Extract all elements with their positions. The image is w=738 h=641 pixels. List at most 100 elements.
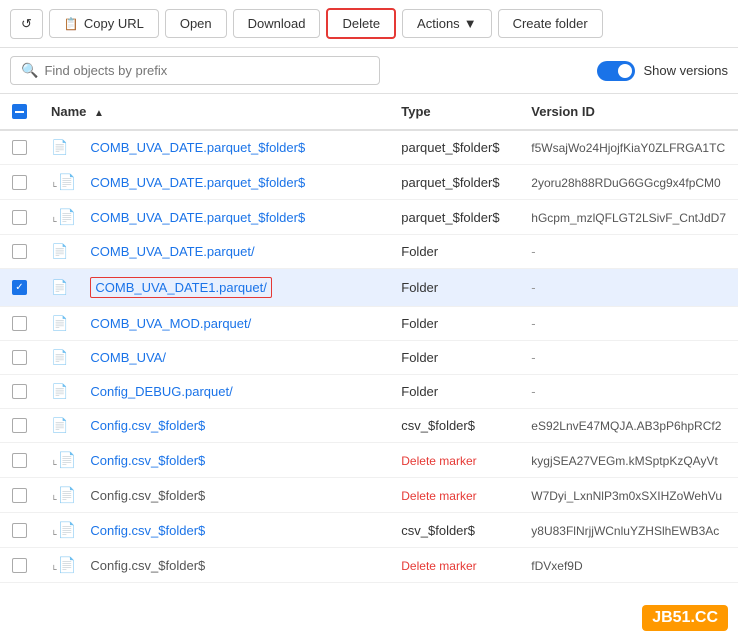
version-id-cell: 2yoru28h88RDuG6GGcg9x4fpCM0	[519, 165, 738, 200]
row-checkbox[interactable]	[0, 513, 39, 548]
file-icon-cell: └📄	[39, 513, 78, 548]
sort-arrow-icon: ▲	[94, 108, 104, 119]
file-icon-cell: 📄	[39, 375, 78, 409]
version-id-cell: -	[519, 341, 738, 375]
version-id-value: eS92LnvE47MQJA.AB3pP6hpRCf2	[531, 419, 721, 433]
file-name-link[interactable]: Config.csv_$folder$	[90, 453, 205, 468]
download-button[interactable]: Download	[233, 9, 321, 38]
search-input[interactable]	[44, 63, 369, 78]
type-header[interactable]: Type	[389, 94, 519, 130]
version-id-header[interactable]: Version ID	[519, 94, 738, 130]
search-input-wrap: 🔍	[10, 56, 380, 85]
file-type-cell: csv_$folder$	[389, 409, 519, 443]
row-checkbox[interactable]: ✓	[0, 269, 39, 307]
create-folder-button[interactable]: Create folder	[498, 9, 603, 38]
file-name-link[interactable]: Config.csv_$folder$	[90, 418, 205, 433]
file-name-cell: Config.csv_$folder$	[78, 478, 389, 513]
table-row: 📄 COMB_UVA_MOD.parquet/Folder-	[0, 307, 738, 341]
open-label: Open	[180, 16, 212, 31]
row-checkbox[interactable]	[0, 548, 39, 583]
row-checkbox[interactable]	[0, 307, 39, 341]
table-row: 📄 COMB_UVA_DATE.parquet_$folder$ parquet_$…	[0, 130, 738, 165]
file-icon-cell: 📄	[39, 409, 78, 443]
file-type-cell: Folder	[389, 341, 519, 375]
file-icon: 📄	[51, 349, 68, 366]
table-row: ✓📄COMB_UVA_DATE1.parquet/Folder-	[0, 269, 738, 307]
row-checkbox[interactable]	[0, 165, 39, 200]
file-type-label: csv_$folder$	[401, 418, 475, 433]
table-row: └📄 COMB_UVA_DATE.parquet_$folder$ parquet_…	[0, 200, 738, 235]
file-type-cell: parquet_$folder$	[389, 200, 519, 235]
file-name-link[interactable]: COMB_UVA_DATE1.parquet/	[90, 277, 271, 298]
file-name-link[interactable]: Config_DEBUG.parquet/	[90, 384, 232, 399]
select-all-header[interactable]	[0, 94, 39, 130]
row-checkbox[interactable]	[0, 443, 39, 478]
row-checkbox[interactable]	[0, 235, 39, 269]
file-icon-cell: └📄	[39, 200, 78, 235]
file-icon: 📄	[51, 139, 68, 156]
file-type-cell: Folder	[389, 307, 519, 341]
version-id-cell: kygjSEA27VEGm.kMSptpKzQAyVt	[519, 443, 738, 478]
file-name-link[interactable]: Config.csv_$folder$	[90, 523, 205, 538]
file-name-cell: COMB_UVA_DATE.parquet_$folder$	[78, 200, 389, 235]
version-id-cell: W7Dyi_LxnNlP3m0xSXIHZoWehVu	[519, 478, 738, 513]
file-name-link[interactable]: COMB_UVA/	[90, 350, 166, 365]
file-type-label: parquet_$folder$	[401, 175, 499, 190]
version-id-value: fDVxef9D	[531, 559, 582, 573]
row-checkbox[interactable]	[0, 409, 39, 443]
file-icon-cell: └📄	[39, 165, 78, 200]
show-versions-toggle[interactable]	[597, 61, 635, 81]
delete-button[interactable]: Delete	[326, 8, 396, 39]
delete-marker-label: Delete marker	[401, 559, 476, 573]
file-name-link[interactable]: COMB_UVA_DATE.parquet_$folder$	[90, 140, 305, 155]
delete-marker-label: Delete marker	[401, 489, 476, 503]
show-versions-wrap: Show versions	[597, 61, 728, 81]
file-type-label: Folder	[401, 280, 438, 295]
actions-button[interactable]: Actions ▼	[402, 9, 492, 38]
table-row: 📄 Config.csv_$folder$ csv_$folder$ eS92LnvE…	[0, 409, 738, 443]
row-checkbox[interactable]	[0, 130, 39, 165]
table-row: └📄 Config.csv_$folder$ csv_$folder$ y8U83Fl…	[0, 513, 738, 548]
delete-label: Delete	[342, 16, 380, 31]
version-id-value: f5WsajWo24HjojfKiaY0ZLFRGA1TC	[531, 141, 725, 155]
file-icon-cell: └📄	[39, 478, 78, 513]
file-name-cell: Config.csv_$folder$	[78, 443, 389, 478]
file-icon-cell: 📄	[39, 307, 78, 341]
file-icon: 📄	[51, 243, 68, 260]
file-name-link[interactable]: COMB_UVA_DATE.parquet_$folder$	[90, 175, 305, 190]
file-type-label: csv_$folder$	[401, 523, 475, 538]
delete-marker-label: Delete marker	[401, 454, 476, 468]
version-id-cell: -	[519, 235, 738, 269]
file-type-label: parquet_$folder$	[401, 140, 499, 155]
file-name-link[interactable]: COMB_UVA_DATE.parquet/	[90, 244, 254, 259]
file-name-cell: Config.csv_$folder$	[78, 548, 389, 583]
file-icon: 📄	[58, 486, 77, 504]
file-type-cell: Folder	[389, 269, 519, 307]
file-name-link[interactable]: COMB_UVA_DATE.parquet_$folder$	[90, 210, 305, 225]
name-header[interactable]: Name ▲	[39, 94, 389, 130]
file-icon-cell: 📄	[39, 235, 78, 269]
version-id-value: 2yoru28h88RDuG6GGcg9x4fpCM0	[531, 176, 720, 190]
file-icon: 📄	[51, 279, 68, 296]
row-checkbox[interactable]	[0, 341, 39, 375]
file-type-label: Folder	[401, 384, 438, 399]
copy-url-button[interactable]: 📋 Copy URL	[49, 9, 159, 38]
row-checkbox[interactable]	[0, 375, 39, 409]
file-name-cell: COMB_UVA_MOD.parquet/	[78, 307, 389, 341]
refresh-icon: ↺	[21, 16, 32, 32]
row-checkbox[interactable]	[0, 200, 39, 235]
file-icon: 📄	[58, 521, 77, 539]
refresh-button[interactable]: ↺	[10, 9, 43, 39]
version-id-value: y8U83FlNrjjWCnluYZHSlhEWB3Ac	[531, 524, 719, 538]
file-type-cell: parquet_$folder$	[389, 130, 519, 165]
file-icon: 📄	[58, 173, 77, 191]
row-checkbox[interactable]	[0, 478, 39, 513]
open-button[interactable]: Open	[165, 9, 227, 38]
copy-icon: 📋	[64, 17, 79, 31]
file-name-cell: COMB_UVA_DATE1.parquet/	[78, 269, 389, 307]
table-row: └📄Config.csv_$folder$Delete markerfDVxef…	[0, 548, 738, 583]
file-type-cell: Delete marker	[389, 548, 519, 583]
file-icon: 📄	[58, 208, 77, 226]
version-id-cell: -	[519, 307, 738, 341]
file-name-link[interactable]: COMB_UVA_MOD.parquet/	[90, 316, 251, 331]
